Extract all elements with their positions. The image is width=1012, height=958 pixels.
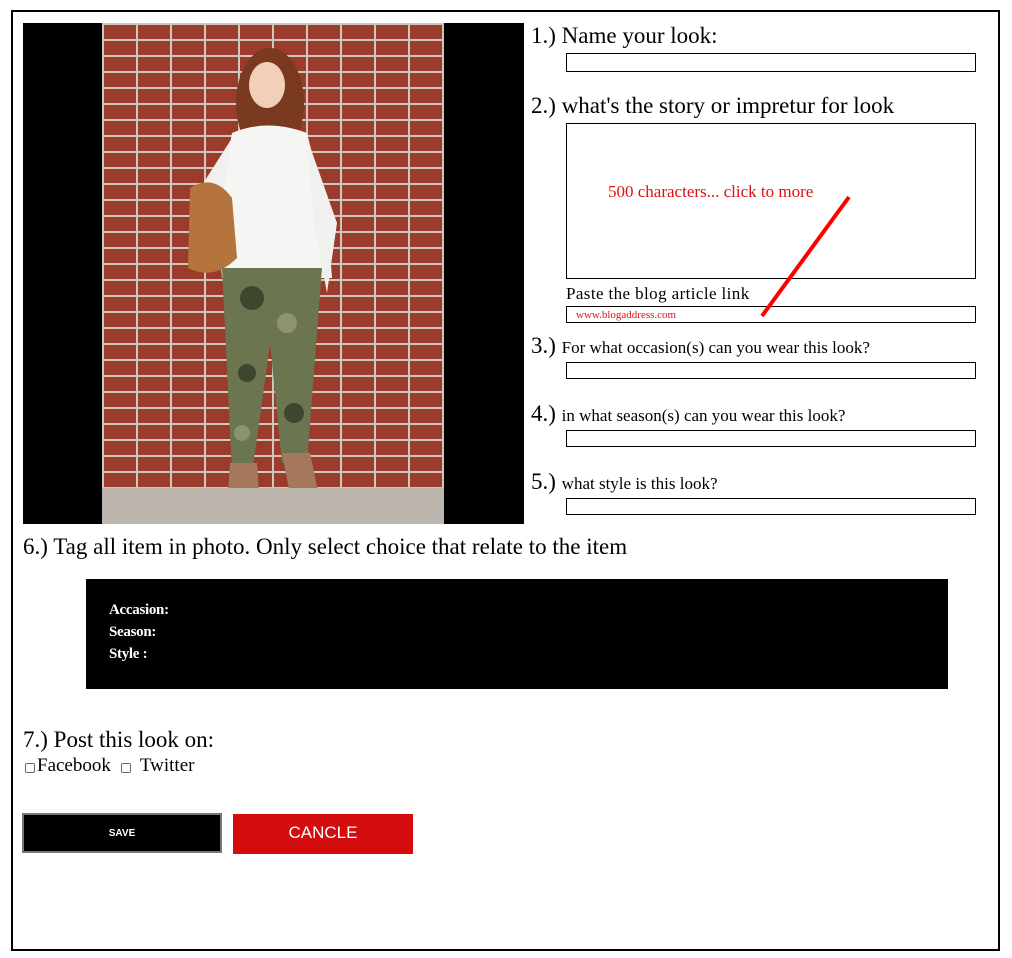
tag-accasion: Accasion: — [109, 602, 169, 618]
save-button[interactable]: SAVE — [22, 813, 222, 853]
facebook-label: Facebook — [37, 755, 111, 776]
q4-text: in what season(s) can you wear this look… — [561, 406, 846, 425]
q5-number: 5.) — [531, 469, 556, 494]
twitter-checkbox[interactable] — [120, 762, 131, 773]
blog-link-label: Paste the blog article link — [566, 284, 750, 303]
occasion-input[interactable] — [566, 362, 976, 379]
tag-style: Style : — [109, 646, 148, 662]
sidewalk — [102, 488, 444, 524]
q7-label: 7.) Post this look on: — [23, 727, 215, 752]
social-options: Facebook Twitter — [23, 755, 194, 777]
look-photo[interactable] — [102, 23, 444, 524]
season-input[interactable] — [566, 430, 976, 447]
q3-label: 3.) For what occasion(s) can you wear th… — [531, 333, 870, 359]
blog-link-input[interactable]: www.blogaddress.com — [566, 306, 976, 323]
q4-number: 4.) — [531, 401, 556, 426]
q5-label: 5.) what style is this look? — [531, 469, 718, 495]
q5-text: what style is this look? — [561, 474, 718, 493]
woman-figure — [188, 48, 337, 508]
look-name-input[interactable] — [566, 53, 976, 72]
story-hint: 500 characters... click to more — [608, 182, 814, 201]
cancel-button[interactable]: CANCLE — [233, 814, 413, 854]
tag-panel[interactable]: Accasion: Season: Style : — [86, 579, 948, 689]
q3-number: 3.) — [531, 333, 556, 358]
q3-text: For what occasion(s) can you wear this l… — [561, 338, 870, 357]
q1-label: 1.) Name your look: — [531, 23, 718, 48]
style-input[interactable] — [566, 498, 976, 515]
q2-label: 2.) what's the story or impretur for loo… — [531, 93, 895, 118]
q4-label: 4.) in what season(s) can you wear this … — [531, 401, 845, 427]
facebook-checkbox[interactable] — [25, 762, 35, 773]
q6-label: 6.) Tag all item in photo. Only select c… — [23, 534, 628, 559]
twitter-label: Twitter — [139, 755, 195, 776]
tag-season: Season: — [109, 624, 157, 640]
